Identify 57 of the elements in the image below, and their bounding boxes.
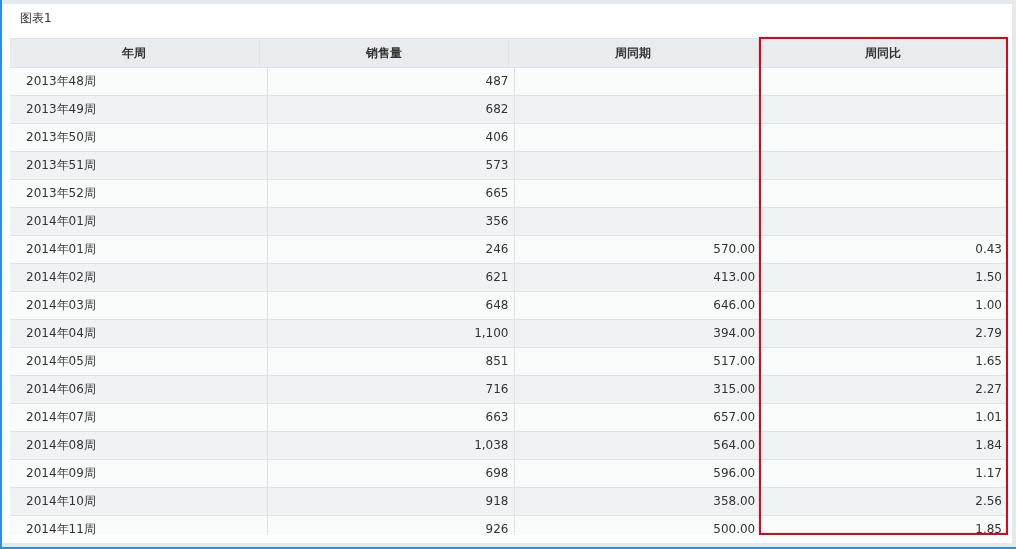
table-cell: 394.00 (713, 326, 756, 340)
table-cell: 1,038 (474, 438, 509, 452)
table-cell: 596.00 (713, 466, 756, 480)
table-cell: 918 (485, 494, 509, 508)
panel-title: 图表1 (19, 10, 53, 27)
table-cell: 1.84 (975, 438, 1002, 452)
table-cell: 682 (485, 102, 509, 116)
table-cell: 665 (485, 186, 509, 200)
table-cell: 246 (485, 242, 509, 256)
table-cell: 517.00 (713, 354, 756, 368)
table-cell: 663 (485, 410, 509, 424)
table-cell: 1.65 (975, 354, 1002, 368)
table-cell: 2014年01周 (26, 214, 96, 228)
table-cell: 564.00 (713, 438, 756, 452)
table-cell: 2014年01周 (26, 242, 96, 256)
table-cell: 621 (485, 270, 509, 284)
table-cell: 2.27 (975, 382, 1002, 396)
table-cell: 2014年06周 (26, 382, 96, 396)
table-cell: 413.00 (713, 270, 756, 284)
table-cell: 2014年07周 (26, 410, 96, 424)
table-cell: 926 (485, 522, 509, 535)
table-cell: 570.00 (713, 242, 756, 256)
table-cell: 1.50 (975, 270, 1002, 284)
table-cell: 646.00 (713, 298, 756, 312)
table-cell: 2014年11周 (26, 522, 96, 535)
table-cell: 1.01 (975, 410, 1002, 424)
table-cell: 2014年02周 (26, 270, 96, 284)
table-cell: 2014年09周 (26, 466, 96, 480)
table-cell: 2014年03周 (26, 298, 96, 312)
table-cell: 2013年49周 (26, 102, 96, 116)
table-cell: 657.00 (713, 410, 756, 424)
table-cell: 1.85 (975, 522, 1002, 535)
table-cell: 2014年10周 (26, 494, 96, 508)
table-cell: 2013年50周 (26, 130, 96, 144)
table-cell: 500.00 (713, 522, 756, 535)
table-cell: 2013年52周 (26, 186, 96, 200)
table-cell: 716 (485, 382, 509, 396)
table-cell: 573 (485, 158, 509, 172)
table-cell: 2014年04周 (26, 326, 96, 340)
table-cell: 358.00 (713, 494, 756, 508)
table-cell: 1.17 (975, 466, 1002, 480)
table-cell: 0.43 (975, 242, 1002, 256)
table-cell: 851 (485, 354, 509, 368)
table-cell: 2014年08周 (26, 438, 96, 452)
table-cell: 648 (485, 298, 509, 312)
table-cell: 2014年05周 (26, 354, 96, 368)
table-cell: 356 (485, 214, 509, 228)
table-cell: 315.00 (713, 382, 756, 396)
table-cell: 2.79 (975, 326, 1002, 340)
table-cell: 487 (485, 74, 509, 88)
table-cell: 2013年48周 (26, 74, 96, 88)
table-cell: 2013年51周 (26, 158, 96, 172)
table-cell: 406 (485, 130, 509, 144)
table-cell: 2.56 (975, 494, 1002, 508)
table-cell: 1.00 (975, 298, 1002, 312)
table-cell: 1,100 (474, 326, 509, 340)
table-cell: 698 (485, 466, 509, 480)
